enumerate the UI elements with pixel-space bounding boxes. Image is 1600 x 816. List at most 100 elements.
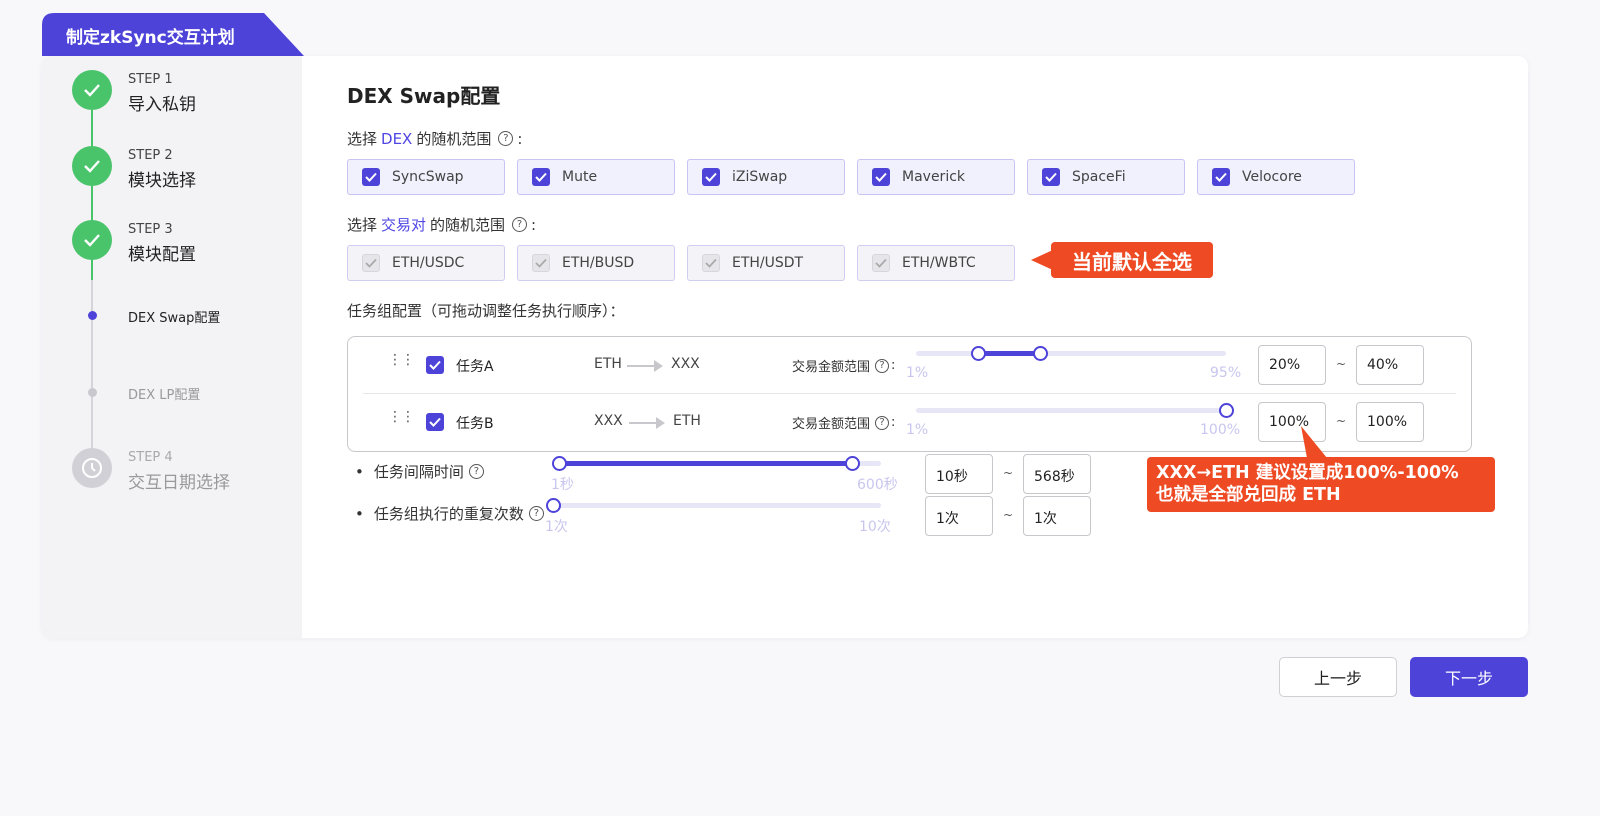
dex-range-label: 选择 DEX 的随机范围 ?: <box>347 128 522 149</box>
step-4-tag: STEP 4 <box>128 450 173 465</box>
pair-option-eth-busd[interactable]: ETH/BUSD <box>517 245 675 281</box>
app-title-tab: 制定zkSync交互计划 <box>42 13 312 56</box>
task-b-min-tick: 1% <box>906 422 929 438</box>
step-1-done-icon <box>72 70 112 110</box>
dex-option-velocore[interactable]: Velocore <box>1197 159 1355 195</box>
drag-handle-icon[interactable]: ⋮⋮ <box>388 353 415 367</box>
clock-icon <box>72 448 112 488</box>
task-a-slider-max-handle[interactable] <box>1032 346 1048 361</box>
dex-label-pre: 选择 <box>347 130 378 148</box>
repeat-max-tick: 10次 <box>859 519 891 535</box>
step-4-name: 交互日期选择 <box>128 473 230 493</box>
help-icon[interactable]: ? <box>512 217 528 232</box>
option-label: ETH/USDT <box>732 255 804 271</box>
checkbox-checked-icon[interactable] <box>872 254 890 272</box>
repeat-slider-handle[interactable] <box>545 498 561 513</box>
interval-slider-max-handle[interactable] <box>844 456 860 471</box>
pair-option-eth-wbtc[interactable]: ETH/WBTC <box>857 245 1015 281</box>
option-label: Mute <box>562 169 598 185</box>
option-label: SpaceFi <box>1072 169 1126 185</box>
help-icon[interactable]: ? <box>875 415 890 430</box>
pair-option-eth-usdt[interactable]: ETH/USDT <box>687 245 845 281</box>
interval-label-text: 任务间隔时间 <box>373 463 464 481</box>
option-label: ETH/BUSD <box>562 255 635 271</box>
checkbox-checked-icon[interactable] <box>362 168 380 186</box>
dex-option-iziswap[interactable]: iZiSwap <box>687 159 845 195</box>
option-label: Maverick <box>902 169 966 185</box>
substep-dex-lp[interactable]: DEX LP配置 <box>128 384 200 403</box>
help-icon[interactable]: ? <box>528 506 544 521</box>
task-b-slider-handle[interactable] <box>1218 403 1234 418</box>
checkbox-checked-icon[interactable] <box>702 168 720 186</box>
stepper-sidebar: STEP 1 导入私钥 STEP 2 模块选择 STEP 3 模块配置 DEX … <box>42 56 302 638</box>
checkbox-checked-icon[interactable] <box>1212 168 1230 186</box>
amount-label-text: 交易金额范围 <box>792 360 871 375</box>
task-a-min-input[interactable]: 20% <box>1258 345 1326 385</box>
repeat-min-input[interactable]: 1次 <box>925 496 993 536</box>
page-title: DEX Swap配置 <box>347 84 501 108</box>
repeat-max-input[interactable]: 1次 <box>1023 496 1091 536</box>
dex-label-hl: DEX <box>381 129 413 148</box>
interval-min-input[interactable]: 10秒 <box>925 454 993 494</box>
option-label: ETH/USDC <box>392 255 465 271</box>
task-a-max-input[interactable]: 40% <box>1356 345 1424 385</box>
bullet: • <box>355 504 364 523</box>
range-tilde: ~ <box>1003 466 1014 480</box>
task-a-name: 任务A <box>456 359 494 375</box>
task-b-amount-label: 交易金额范围 ?: <box>792 413 895 432</box>
checkbox-checked-icon[interactable] <box>532 254 550 272</box>
task-b-name: 任务B <box>456 416 494 432</box>
checkbox-checked-icon[interactable] <box>532 168 550 186</box>
checkbox-checked-icon[interactable] <box>1042 168 1060 186</box>
task-b-max-tick: 100% <box>1200 422 1241 438</box>
dex-option-mute[interactable]: Mute <box>517 159 675 195</box>
option-label: iZiSwap <box>732 169 788 185</box>
repeat-slider-track[interactable] <box>553 503 881 508</box>
task-a-min-tick: 1% <box>906 365 929 381</box>
next-step-button[interactable]: 下一步 <box>1410 657 1528 697</box>
callout-eth-text: XXX→ETH 建议设置成100%-100% 也就是全部兑回成 ETH <box>1147 457 1495 512</box>
step-3-done-icon <box>72 220 112 260</box>
pair-option-eth-usdc[interactable]: ETH/USDC <box>347 245 505 281</box>
step-3-tag: STEP 3 <box>128 222 173 237</box>
task-b-from: XXX <box>594 413 623 429</box>
colon: : <box>891 415 896 430</box>
help-icon[interactable]: ? <box>498 131 514 146</box>
range-tilde: ~ <box>1003 508 1014 522</box>
substep-pending-dot <box>88 388 97 397</box>
amount-label-text: 交易金额范围 <box>792 417 871 432</box>
task-a-slider-min-handle[interactable] <box>970 346 986 361</box>
checkbox-checked-icon[interactable] <box>872 168 890 186</box>
colon: : <box>517 129 523 148</box>
app-title: 制定zkSync交互计划 <box>66 28 235 48</box>
task-b-max-input[interactable]: 100% <box>1356 402 1424 442</box>
task-b-checkbox[interactable] <box>426 413 444 431</box>
checkbox-checked-icon[interactable] <box>702 254 720 272</box>
task-b-slider-track[interactable] <box>916 408 1226 413</box>
step-2-done-icon <box>72 146 112 186</box>
prev-step-button[interactable]: 上一步 <box>1279 657 1397 697</box>
help-icon[interactable]: ? <box>875 358 890 373</box>
checkbox-checked-icon[interactable] <box>362 254 380 272</box>
option-label: Velocore <box>1242 169 1302 185</box>
interval-slider-min-handle[interactable] <box>551 456 567 471</box>
dex-option-syncswap[interactable]: SyncSwap <box>347 159 505 195</box>
pair-range-label: 选择 交易对 的随机范围 ?: <box>347 214 536 235</box>
drag-handle-icon[interactable]: ⋮⋮ <box>388 410 415 424</box>
repeat-label-text: 任务组执行的重复次数 <box>373 505 524 523</box>
task-a-slider-track[interactable] <box>916 351 1226 356</box>
step-2-tag: STEP 2 <box>128 148 173 163</box>
substep-dex-swap[interactable]: DEX Swap配置 <box>128 307 220 326</box>
interval-max-input[interactable]: 568秒 <box>1023 454 1091 494</box>
callout-default-text: 当前默认全选 <box>1051 242 1213 278</box>
interval-min-tick: 1秒 <box>551 477 574 493</box>
help-icon[interactable]: ? <box>468 464 484 479</box>
dex-option-maverick[interactable]: Maverick <box>857 159 1015 195</box>
config-card: STEP 1 导入私钥 STEP 2 模块选择 STEP 3 模块配置 DEX … <box>42 56 1528 638</box>
interval-slider-fill <box>559 461 853 466</box>
option-label: SyncSwap <box>392 169 464 185</box>
pair-label-pre: 选择 <box>347 216 378 234</box>
dex-option-spacefi[interactable]: SpaceFi <box>1027 159 1185 195</box>
interval-max-tick: 600秒 <box>857 477 898 493</box>
task-a-checkbox[interactable] <box>426 356 444 374</box>
